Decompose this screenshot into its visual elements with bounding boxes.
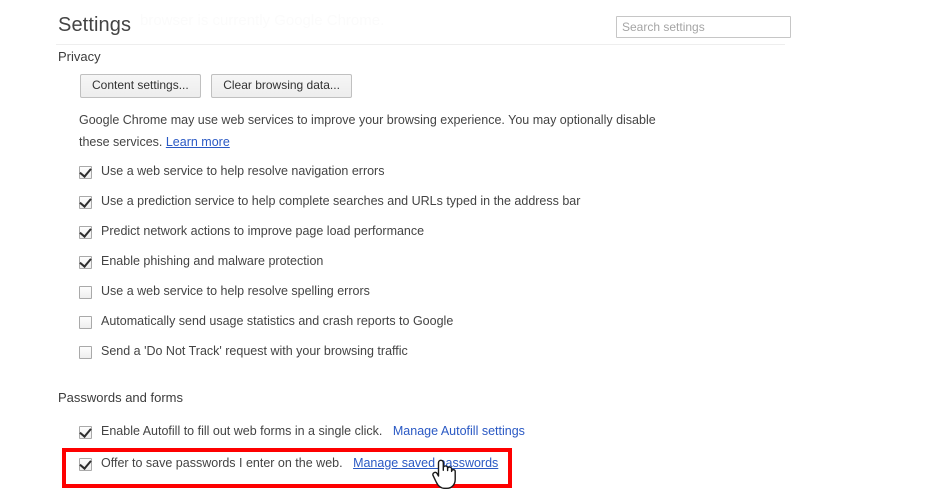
checkbox-usage-statistics[interactable]	[79, 316, 92, 329]
checkbox-prediction-service[interactable]	[79, 196, 92, 209]
checkbox-row-enable-autofill[interactable]: Enable Autofill to fill out web forms in…	[79, 424, 525, 439]
checkbox-row-usage-statistics[interactable]: Automatically send usage statistics and …	[79, 314, 453, 329]
checkbox-label-predict-network-actions: Predict network actions to improve page …	[101, 224, 425, 238]
manage-autofill-settings-link[interactable]: Manage Autofill settings	[393, 424, 525, 438]
checkbox-do-not-track[interactable]	[79, 346, 92, 359]
checkbox-row-predict-network-actions[interactable]: Predict network actions to improve page …	[79, 224, 424, 239]
content-settings-button[interactable]: Content settings...	[80, 74, 201, 98]
page-title: Settings	[58, 14, 132, 36]
checkbox-phishing-protection[interactable]	[79, 256, 92, 269]
checkbox-label-spelling-errors: Use a web service to help resolve spelli…	[101, 284, 370, 298]
ghost-overlay-text: browser is currently Google Chrome.	[140, 12, 385, 29]
settings-page: browser is currently Google Chrome. Sett…	[0, 0, 940, 500]
checkbox-navigation-errors[interactable]	[79, 166, 92, 179]
checkbox-label-do-not-track: Send a 'Do Not Track' request with your …	[101, 344, 408, 358]
section-title-privacy: Privacy	[58, 49, 101, 64]
enable-autofill-text: Enable Autofill to fill out web forms in…	[101, 424, 383, 438]
checkbox-row-spelling-errors[interactable]: Use a web service to help resolve spelli…	[79, 284, 370, 299]
checkbox-row-prediction-service[interactable]: Use a prediction service to help complet…	[79, 194, 580, 209]
section-title-passwords-and-forms: Passwords and forms	[58, 390, 183, 405]
checkbox-row-phishing-protection[interactable]: Enable phishing and malware protection	[79, 254, 323, 269]
checkbox-predict-network-actions[interactable]	[79, 226, 92, 239]
checkbox-label-enable-autofill: Enable Autofill to fill out web forms in…	[101, 424, 525, 439]
search-input[interactable]	[616, 16, 791, 38]
checkbox-label-phishing-protection: Enable phishing and malware protection	[101, 254, 324, 268]
settings-header: browser is currently Google Chrome. Sett…	[0, 0, 940, 44]
privacy-description: Google Chrome may use web services to im…	[79, 109, 669, 153]
offer-save-passwords-text: Offer to save passwords I enter on the w…	[101, 456, 343, 470]
checkbox-offer-save-passwords[interactable]	[79, 458, 92, 471]
checkbox-label-usage-statistics: Automatically send usage statistics and …	[101, 314, 454, 328]
checkbox-label-navigation-errors: Use a web service to help resolve naviga…	[101, 164, 385, 178]
checkbox-enable-autofill[interactable]	[79, 426, 92, 439]
checkbox-spelling-errors[interactable]	[79, 286, 92, 299]
manage-saved-passwords-link[interactable]: Manage saved passwords	[353, 456, 498, 470]
privacy-button-row: Content settings... Clear browsing data.…	[80, 74, 358, 98]
learn-more-link[interactable]: Learn more	[166, 135, 230, 149]
checkbox-row-offer-save-passwords[interactable]: Offer to save passwords I enter on the w…	[79, 456, 498, 471]
header-divider	[56, 44, 785, 45]
checkbox-label-prediction-service: Use a prediction service to help complet…	[101, 194, 581, 208]
checkbox-row-navigation-errors[interactable]: Use a web service to help resolve naviga…	[79, 164, 384, 179]
checkbox-label-offer-save-passwords: Offer to save passwords I enter on the w…	[101, 456, 498, 471]
checkbox-row-do-not-track[interactable]: Send a 'Do Not Track' request with your …	[79, 344, 408, 359]
clear-browsing-data-button[interactable]: Clear browsing data...	[211, 74, 352, 98]
